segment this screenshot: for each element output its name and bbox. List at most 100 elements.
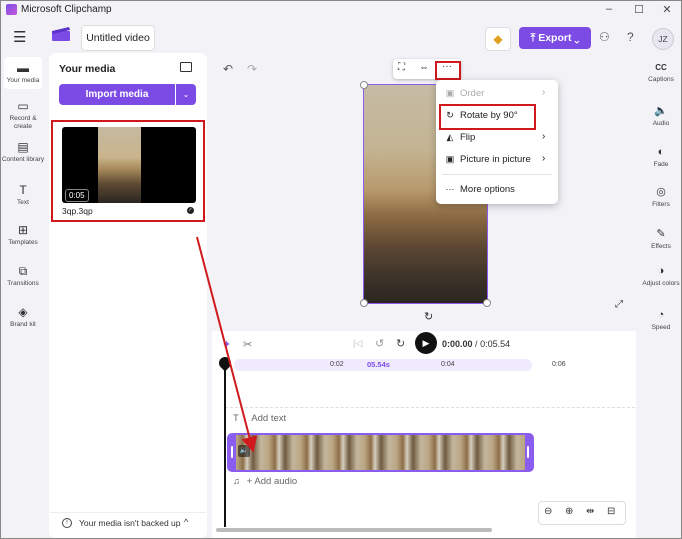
templates-icon: ⊞ — [17, 223, 29, 237]
chevron-up-icon[interactable]: ^ — [184, 517, 188, 527]
avatar[interactable]: JZ — [652, 28, 674, 50]
sidebar-item-captions[interactable]: CC Captions — [641, 61, 681, 84]
media-panel: Your media Import media ⌄ 0:05 3qp.3qp ✓… — [49, 53, 207, 538]
text-icon: T — [19, 183, 27, 197]
folder-icon: ▬ — [17, 61, 29, 75]
sidebar-item-brand-kit[interactable]: ◈ Brand kit — [1, 305, 45, 329]
resize-handle[interactable] — [360, 81, 368, 89]
menu-item-picture-in-picture[interactable]: ▣ Picture in picture › — [436, 150, 558, 170]
track-divider — [225, 407, 635, 408]
media-item-highlight[interactable]: 0:05 3qp.3qp ✓ — [51, 120, 205, 222]
media-thumbnail[interactable]: 0:05 — [62, 127, 196, 203]
adjust-colors-icon: ◑ — [657, 265, 665, 277]
speed-icon: ◔ — [657, 309, 665, 321]
timecode: 0:00.00 / 0:05.54 — [442, 339, 511, 349]
add-audio-track[interactable]: ♫ + Add audio — [233, 476, 297, 487]
sidebar-item-audio[interactable]: 🔈 Audio — [641, 105, 681, 128]
app-header: ☰ Untitled video ◆ ⤒ Export ⌄ ⚇ ? JZ — [1, 19, 681, 53]
add-text-track[interactable]: T Add text — [233, 413, 286, 424]
redo-icon[interactable]: ↷ — [247, 62, 257, 76]
chevron-down-icon: ⌄ — [574, 32, 580, 44]
collapse-panel-icon[interactable] — [180, 62, 192, 72]
more-button-highlight — [435, 61, 461, 80]
chevron-right-icon: › — [542, 131, 546, 142]
share-people-icon[interactable]: ⚇ — [599, 30, 610, 44]
project-clapper-icon — [52, 27, 70, 41]
hamburger-menu-icon[interactable]: ☰ — [13, 28, 26, 46]
window-title: Microsoft Clipchamp — [21, 4, 112, 15]
fullscreen-icon[interactable]: ⤢ — [615, 299, 623, 310]
menu-item-order[interactable]: ▣ Order › — [436, 84, 558, 104]
magic-icon[interactable]: ✦ — [222, 338, 231, 351]
text-icon: T — [233, 413, 239, 424]
library-icon: ▤ — [17, 140, 29, 154]
camera-icon: ▭ — [17, 99, 29, 113]
pip-icon: ▣ — [445, 154, 455, 164]
premium-diamond-icon[interactable]: ◆ — [485, 27, 511, 51]
fit-timeline-icon[interactable]: ⇹ — [586, 506, 594, 517]
menu-item-more-options[interactable]: ··· More options — [436, 180, 558, 200]
split-scissors-icon[interactable]: ✂ — [243, 338, 252, 351]
timeline-scrollbar[interactable] — [216, 528, 492, 532]
maximize-button[interactable]: ☐ — [629, 3, 649, 16]
zoom-in-icon[interactable]: ⊕ — [565, 506, 573, 517]
sidebar-item-transitions[interactable]: ⧉ Transitions — [1, 264, 45, 288]
playhead[interactable] — [224, 357, 226, 527]
ruler-tick: 0:04 — [441, 361, 455, 368]
brand-kit-icon: ◈ — [18, 305, 28, 319]
media-filename: 3qp.3qp — [62, 206, 93, 216]
thumbnail-image — [98, 127, 141, 203]
fit-icon[interactable]: ⇔ — [419, 62, 429, 73]
sidebar-item-text[interactable]: T Text — [1, 183, 45, 207]
backup-notice[interactable]: ! Your media isn't backed up ^ — [50, 512, 206, 533]
rotate-handle-icon[interactable]: ↻ — [424, 310, 433, 323]
sidebar-item-templates[interactable]: ⊞ Templates — [1, 223, 45, 247]
import-media-button[interactable]: Import media — [59, 84, 175, 105]
duration-badge: 0:05 — [65, 189, 89, 202]
app-window: Microsoft Clipchamp – ☐ ✕ ☰ Untitled vid… — [0, 0, 682, 539]
title-bar: Microsoft Clipchamp – ☐ ✕ — [1, 1, 681, 19]
ruler-tick: 0:06 — [552, 361, 566, 368]
sidebar-item-record-create[interactable]: ▭ Record & create — [1, 99, 45, 131]
expand-timeline-icon[interactable]: ⊟ — [607, 506, 615, 517]
sidebar-item-adjust-colors[interactable]: ◑ Adjust colors — [641, 265, 681, 288]
media-panel-title: Your media — [59, 63, 116, 75]
skip-back-icon[interactable]: |◁ — [353, 338, 362, 349]
speaker-icon[interactable]: 🔈 — [238, 445, 250, 457]
music-note-icon: ♫ — [233, 476, 241, 487]
chevron-right-icon: › — [542, 153, 546, 164]
clip-trim-handle-right[interactable] — [525, 435, 532, 470]
clip-trim-handle-left[interactable] — [229, 435, 236, 470]
right-sidebar: CC Captions 🔈 Audio ◐ Fade ◎ Filters ✎ E… — [641, 53, 681, 538]
sidebar-item-content-library[interactable]: ▤ Content library — [1, 140, 45, 164]
rotate-option-highlight — [439, 104, 536, 130]
export-button[interactable]: ⤒ Export ⌄ — [519, 27, 591, 49]
rewind-5-icon[interactable]: ↺ — [375, 337, 384, 350]
sidebar-item-speed[interactable]: ◔ Speed — [641, 309, 681, 332]
menu-item-flip[interactable]: ◭ Flip › — [436, 128, 558, 148]
play-button[interactable]: ▶ — [415, 332, 437, 354]
menu-divider — [442, 174, 552, 175]
crop-icon[interactable]: ⛶ — [398, 62, 405, 73]
resize-handle[interactable] — [483, 299, 491, 307]
sidebar-item-fade[interactable]: ◐ Fade — [641, 146, 681, 169]
minimize-button[interactable]: – — [599, 3, 619, 15]
import-dropdown-button[interactable]: ⌄ — [176, 84, 196, 105]
forward-5-icon[interactable]: ↻ — [396, 337, 405, 350]
zoom-controls: ⊖ ⊕ ⇹ ⊟ — [538, 501, 626, 525]
sidebar-item-your-media[interactable]: ▬ Your media — [4, 57, 42, 89]
order-icon: ▣ — [445, 88, 455, 98]
sidebar-item-filters[interactable]: ◎ Filters — [641, 186, 681, 209]
sidebar-item-effects[interactable]: ✎ Effects — [641, 228, 681, 251]
project-title-input[interactable]: Untitled video — [81, 25, 155, 51]
zoom-out-icon[interactable]: ⊖ — [544, 506, 552, 517]
close-button[interactable]: ✕ — [657, 3, 677, 16]
video-clip[interactable]: 🔈 — [227, 433, 534, 472]
ruler-tick: 0:02 — [330, 361, 344, 368]
help-icon[interactable]: ? — [627, 30, 634, 44]
current-time: 0:00.00 — [442, 339, 473, 349]
resize-handle[interactable] — [360, 299, 368, 307]
effects-icon: ✎ — [656, 228, 666, 240]
left-sidebar: ▬ Your media ▭ Record & create ▤ Content… — [1, 53, 45, 538]
undo-icon[interactable]: ↶ — [223, 62, 233, 76]
